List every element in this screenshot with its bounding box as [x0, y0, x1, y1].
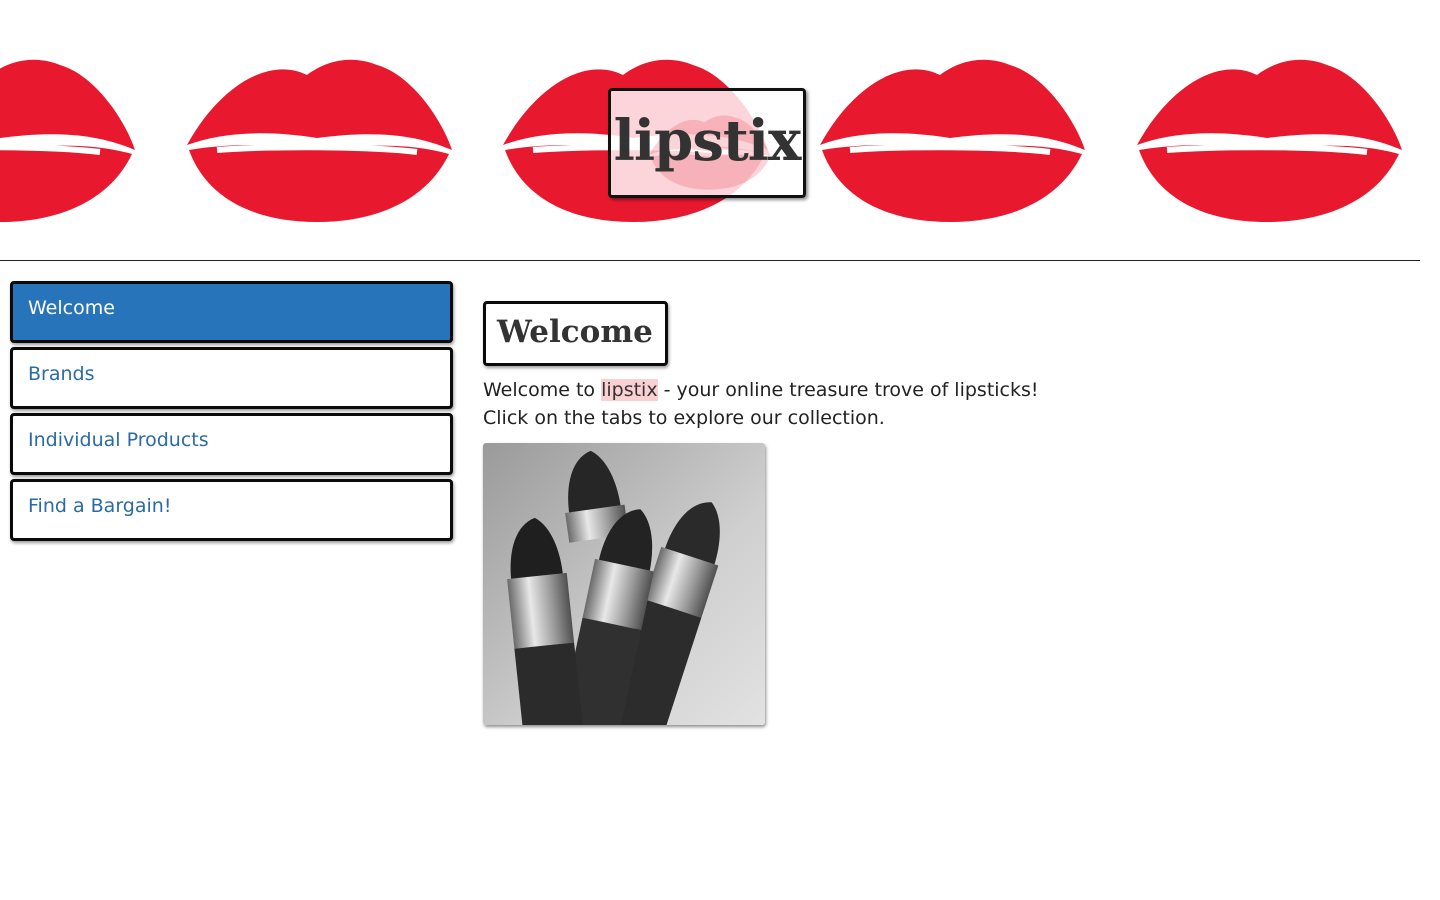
tab-welcome[interactable]: Welcome [10, 281, 453, 343]
lips-print-icon [820, 59, 1085, 222]
tab-brands[interactable]: Brands [10, 347, 453, 409]
site-logo[interactable]: lipstix [608, 88, 806, 198]
main-content: Welcome Welcome to lipstix - your online… [483, 301, 1383, 725]
header-banner: lipstix [0, 0, 1440, 260]
tab-find-a-bargain[interactable]: Find a Bargain! [10, 479, 453, 541]
logo-text: lipstix [613, 108, 802, 174]
tab-nav: Welcome Brands Individual Products Find … [10, 281, 453, 545]
page-title: Welcome [483, 301, 668, 366]
tab-individual-products[interactable]: Individual Products [10, 413, 453, 475]
intro-text: Welcome to lipstix - your online treasur… [483, 376, 1383, 432]
lips-print-icon [0, 59, 135, 222]
lipstick-photo [483, 443, 765, 725]
header-divider [0, 260, 1420, 261]
intro-line-2: Click on the tabs to explore our collect… [483, 407, 885, 429]
intro-before: Welcome to [483, 379, 602, 401]
intro-after: - your online treasure trove of lipstick… [657, 379, 1039, 401]
intro-brand-highlight: lipstix [601, 379, 658, 401]
lips-print-icon [1137, 59, 1402, 222]
lips-print-icon [187, 59, 452, 222]
